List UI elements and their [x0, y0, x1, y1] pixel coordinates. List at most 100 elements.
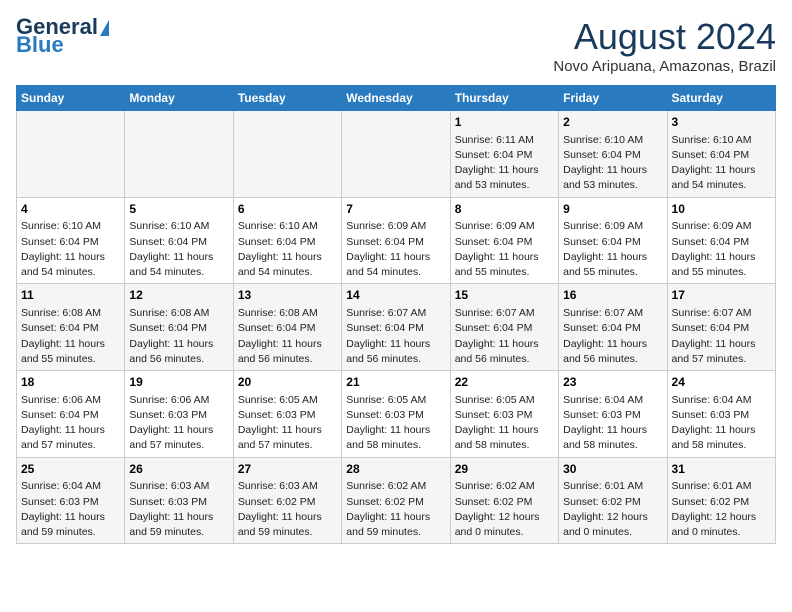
weekday-header-saturday: Saturday: [667, 86, 775, 111]
calendar-cell: 8Sunrise: 6:09 AMSunset: 6:04 PMDaylight…: [450, 197, 558, 284]
day-info: Sunrise: 6:10 AMSunset: 6:04 PMDaylight:…: [238, 219, 337, 280]
day-info: Sunrise: 6:08 AMSunset: 6:04 PMDaylight:…: [129, 306, 228, 367]
day-info: Sunrise: 6:05 AMSunset: 6:03 PMDaylight:…: [238, 393, 337, 454]
week-row-3: 11 Sunrise: 6:08 AMSunset: 6:04 PMDayligh…: [17, 284, 776, 371]
day-number: 22: [455, 374, 554, 391]
day-number: 31: [672, 461, 771, 478]
location-title: Novo Aripuana, Amazonas, Brazil: [553, 58, 776, 75]
weekday-header-thursday: Thursday: [450, 86, 558, 111]
calendar-cell: 13 Sunrise: 6:08 AMSunset: 6:04 PMDayligh…: [233, 284, 341, 371]
day-info: Sunrise: 6:05 AMSunset: 6:03 PMDaylight:…: [455, 393, 554, 454]
calendar-cell: 27Sunrise: 6:03 AMSunset: 6:02 PMDayligh…: [233, 457, 341, 544]
calendar-cell: 29Sunrise: 6:02 AMSunset: 6:02 PMDayligh…: [450, 457, 558, 544]
day-number: 20: [238, 374, 337, 391]
calendar-cell: [342, 111, 450, 198]
calendar-cell: [233, 111, 341, 198]
weekday-header-wednesday: Wednesday: [342, 86, 450, 111]
calendar-cell: 28Sunrise: 6:02 AMSunset: 6:02 PMDayligh…: [342, 457, 450, 544]
calendar-cell: 12Sunrise: 6:08 AMSunset: 6:04 PMDayligh…: [125, 284, 233, 371]
calendar-cell: 1Sunrise: 6:11 AMSunset: 6:04 PMDaylight…: [450, 111, 558, 198]
day-number: 8: [455, 201, 554, 218]
calendar-cell: 7Sunrise: 6:09 AMSunset: 6:04 PMDaylight…: [342, 197, 450, 284]
weekday-row: SundayMondayTuesdayWednesdayThursdayFrid…: [17, 86, 776, 111]
calendar-cell: 25Sunrise: 6:04 AMSunset: 6:03 PMDayligh…: [17, 457, 125, 544]
day-number: 23: [563, 374, 662, 391]
day-info: Sunrise: 6:06 AMSunset: 6:04 PMDaylight:…: [21, 393, 120, 454]
day-number: 21: [346, 374, 445, 391]
day-number: 18: [21, 374, 120, 391]
day-number: 3: [672, 114, 771, 131]
calendar-cell: 3 Sunrise: 6:10 AMSunset: 6:04 PMDaylight…: [667, 111, 775, 198]
day-info: Sunrise: 6:09 AMSunset: 6:04 PMDaylight:…: [346, 219, 445, 280]
day-number: 19: [129, 374, 228, 391]
day-info: Sunrise: 6:03 AMSunset: 6:02 PMDaylight:…: [238, 479, 337, 540]
day-number: 25: [21, 461, 120, 478]
day-info: Sunrise: 6:11 AMSunset: 6:04 PMDaylight:…: [455, 133, 554, 194]
calendar-cell: 22 Sunrise: 6:05 AMSunset: 6:03 PMDayligh…: [450, 371, 558, 458]
logo: General Blue: [16, 16, 109, 56]
calendar-cell: 20 Sunrise: 6:05 AMSunset: 6:03 PMDayligh…: [233, 371, 341, 458]
calendar: SundayMondayTuesdayWednesdayThursdayFrid…: [16, 85, 776, 544]
day-info: Sunrise: 6:10 AMSunset: 6:04 PMDaylight:…: [21, 219, 120, 280]
day-info: Sunrise: 6:10 AMSunset: 6:04 PMDaylight:…: [672, 133, 771, 194]
day-info: Sunrise: 6:04 AMSunset: 6:03 PMDaylight:…: [21, 479, 120, 540]
weekday-header-friday: Friday: [559, 86, 667, 111]
calendar-cell: 5Sunrise: 6:10 AMSunset: 6:04 PMDaylight…: [125, 197, 233, 284]
calendar-cell: 19 Sunrise: 6:06 AMSunset: 6:03 PMDayligh…: [125, 371, 233, 458]
day-info: Sunrise: 6:02 AMSunset: 6:02 PMDaylight:…: [455, 479, 554, 540]
weekday-header-sunday: Sunday: [17, 86, 125, 111]
day-number: 28: [346, 461, 445, 478]
day-info: Sunrise: 6:04 AMSunset: 6:03 PMDaylight:…: [672, 393, 771, 454]
day-number: 24: [672, 374, 771, 391]
week-row-2: 4Sunrise: 6:10 AMSunset: 6:04 PMDaylight…: [17, 197, 776, 284]
day-number: 11: [21, 287, 120, 304]
day-number: 13: [238, 287, 337, 304]
calendar-cell: 23Sunrise: 6:04 AMSunset: 6:03 PMDayligh…: [559, 371, 667, 458]
calendar-cell: 30Sunrise: 6:01 AMSunset: 6:02 PMDayligh…: [559, 457, 667, 544]
day-info: Sunrise: 6:07 AMSunset: 6:04 PMDaylight:…: [672, 306, 771, 367]
logo-blue: Blue: [16, 34, 64, 56]
title-area: August 2024 Novo Aripuana, Amazonas, Bra…: [553, 16, 776, 75]
day-number: 2: [563, 114, 662, 131]
calendar-cell: 24 Sunrise: 6:04 AMSunset: 6:03 PMDayligh…: [667, 371, 775, 458]
day-info: Sunrise: 6:07 AMSunset: 6:04 PMDaylight:…: [563, 306, 662, 367]
day-number: 27: [238, 461, 337, 478]
calendar-cell: 16 Sunrise: 6:07 AMSunset: 6:04 PMDayligh…: [559, 284, 667, 371]
day-info: Sunrise: 6:10 AMSunset: 6:04 PMDaylight:…: [129, 219, 228, 280]
calendar-cell: 14Sunrise: 6:07 AMSunset: 6:04 PMDayligh…: [342, 284, 450, 371]
week-row-1: 1Sunrise: 6:11 AMSunset: 6:04 PMDaylight…: [17, 111, 776, 198]
day-info: Sunrise: 6:06 AMSunset: 6:03 PMDaylight:…: [129, 393, 228, 454]
day-info: Sunrise: 6:07 AMSunset: 6:04 PMDaylight:…: [455, 306, 554, 367]
day-number: 16: [563, 287, 662, 304]
calendar-cell: 11 Sunrise: 6:08 AMSunset: 6:04 PMDayligh…: [17, 284, 125, 371]
day-number: 15: [455, 287, 554, 304]
day-info: Sunrise: 6:01 AMSunset: 6:02 PMDaylight:…: [672, 479, 771, 540]
day-number: 30: [563, 461, 662, 478]
day-number: 6: [238, 201, 337, 218]
day-info: Sunrise: 6:08 AMSunset: 6:04 PMDaylight:…: [238, 306, 337, 367]
weekday-header-monday: Monday: [125, 86, 233, 111]
week-row-4: 18 Sunrise: 6:06 AMSunset: 6:04 PMDayligh…: [17, 371, 776, 458]
header: General Blue August 2024 Novo Aripuana, …: [16, 16, 776, 75]
calendar-cell: [17, 111, 125, 198]
day-number: 29: [455, 461, 554, 478]
day-number: 14: [346, 287, 445, 304]
day-number: 17: [672, 287, 771, 304]
day-number: 9: [563, 201, 662, 218]
day-info: Sunrise: 6:01 AMSunset: 6:02 PMDaylight:…: [563, 479, 662, 540]
day-info: Sunrise: 6:08 AMSunset: 6:04 PMDaylight:…: [21, 306, 120, 367]
calendar-cell: 10Sunrise: 6:09 AMSunset: 6:04 PMDayligh…: [667, 197, 775, 284]
calendar-cell: 4Sunrise: 6:10 AMSunset: 6:04 PMDaylight…: [17, 197, 125, 284]
day-number: 26: [129, 461, 228, 478]
calendar-cell: 15 Sunrise: 6:07 AMSunset: 6:04 PMDayligh…: [450, 284, 558, 371]
day-info: Sunrise: 6:09 AMSunset: 6:04 PMDaylight:…: [455, 219, 554, 280]
day-number: 10: [672, 201, 771, 218]
day-info: Sunrise: 6:09 AMSunset: 6:04 PMDaylight:…: [672, 219, 771, 280]
day-info: Sunrise: 6:09 AMSunset: 6:04 PMDaylight:…: [563, 219, 662, 280]
weekday-header-tuesday: Tuesday: [233, 86, 341, 111]
day-number: 7: [346, 201, 445, 218]
month-title: August 2024: [553, 16, 776, 58]
calendar-cell: 9Sunrise: 6:09 AMSunset: 6:04 PMDaylight…: [559, 197, 667, 284]
calendar-cell: 6Sunrise: 6:10 AMSunset: 6:04 PMDaylight…: [233, 197, 341, 284]
calendar-body: 1Sunrise: 6:11 AMSunset: 6:04 PMDaylight…: [17, 111, 776, 544]
